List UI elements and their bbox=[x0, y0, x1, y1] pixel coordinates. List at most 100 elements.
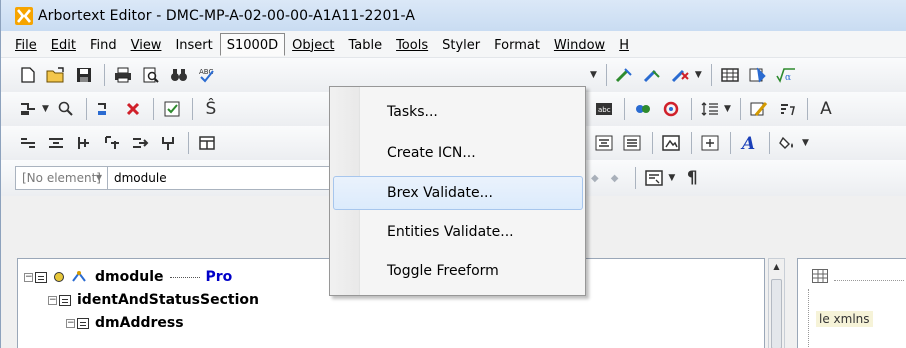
back-arrow-icon[interactable]: ◆ bbox=[591, 173, 599, 184]
xml-snippet: le xmlns bbox=[816, 311, 873, 327]
chevron-down-icon[interactable]: ▼ bbox=[668, 173, 675, 183]
delete-markup-icon[interactable] bbox=[120, 96, 146, 122]
tree-row[interactable]: − identAndStatusSection bbox=[48, 292, 259, 308]
full-tag-view-icon[interactable] bbox=[641, 165, 667, 191]
insert-markup-icon[interactable] bbox=[15, 96, 41, 122]
context-field[interactable]: dmodule bbox=[108, 166, 338, 190]
move-right-icon[interactable] bbox=[127, 130, 153, 156]
chevron-down-icon[interactable]: ▼ bbox=[590, 70, 597, 80]
s1000d-dropdown-menu: Tasks... Create ICN... Brex Validate... … bbox=[329, 86, 586, 296]
line-spacing-icon[interactable] bbox=[697, 96, 723, 122]
pilcrow-icon[interactable]: ¶ bbox=[679, 165, 705, 191]
accept-change-icon[interactable] bbox=[640, 62, 666, 88]
entity-icon[interactable]: abc bbox=[591, 96, 617, 122]
font-style-icon[interactable]: A bbox=[736, 130, 762, 156]
chevron-down-icon[interactable]: ▼ bbox=[96, 173, 102, 182]
menu-table[interactable]: Table bbox=[341, 33, 389, 56]
cross-reference-icon[interactable] bbox=[658, 96, 684, 122]
menu-s1000d[interactable]: S1000D bbox=[219, 32, 286, 56]
find-binoculars-icon[interactable] bbox=[166, 62, 192, 88]
tree-node-suffix: Pro bbox=[205, 269, 233, 285]
menu-bar: File Edit Find View Insert S1000D Object… bbox=[1, 31, 906, 58]
table-grid-icon[interactable] bbox=[812, 269, 828, 283]
edit-attributes-icon[interactable] bbox=[746, 96, 772, 122]
toolbar-separator bbox=[188, 132, 189, 154]
fill-color-icon[interactable] bbox=[775, 130, 801, 156]
insert-table-icon[interactable] bbox=[717, 62, 743, 88]
menu-item-brex-validate[interactable]: Brex Validate... bbox=[333, 176, 583, 210]
menu-edit[interactable]: Edit bbox=[44, 33, 83, 56]
reject-change-icon[interactable] bbox=[668, 62, 694, 88]
menu-view[interactable]: View bbox=[124, 33, 169, 56]
forward-arrow-icon[interactable]: ◆ bbox=[611, 173, 619, 184]
menu-object-label: Object bbox=[292, 37, 335, 53]
element-selector[interactable]: [No element] ▼ bbox=[15, 166, 108, 190]
split-tree-icon[interactable] bbox=[155, 130, 181, 156]
spell-check-icon[interactable]: ABC bbox=[194, 62, 220, 88]
toolbar-separator bbox=[191, 98, 193, 120]
open-folder-icon[interactable] bbox=[43, 62, 69, 88]
menu-item-toggle-freeform[interactable]: Toggle Freeform bbox=[333, 254, 583, 288]
dotted-leader bbox=[169, 276, 200, 278]
menu-format[interactable]: Format bbox=[487, 33, 547, 56]
zoom-icon[interactable] bbox=[53, 96, 79, 122]
markup-toolbar-right: A ▼ bbox=[591, 126, 906, 160]
menu-window[interactable]: Window bbox=[547, 33, 612, 56]
insert-graphic-icon[interactable] bbox=[745, 62, 771, 88]
insert-equation-icon[interactable]: α bbox=[773, 62, 799, 88]
promote-icon[interactable] bbox=[71, 130, 97, 156]
chevron-down-icon[interactable]: ▼ bbox=[42, 104, 49, 114]
link-icon[interactable] bbox=[630, 96, 656, 122]
chevron-down-icon[interactable]: ▼ bbox=[802, 138, 809, 148]
edit-toolbar-right: abc ▼ A bbox=[591, 92, 906, 126]
insert-image-icon[interactable] bbox=[658, 130, 684, 156]
chevron-down-icon[interactable]: ▼ bbox=[695, 70, 702, 80]
title-bar: Arbortext Editor - DMC-MP-A-02-00-00-A1A… bbox=[1, 0, 906, 31]
tree-row[interactable]: − dmodule Pro bbox=[24, 269, 232, 285]
toolbar-separator bbox=[710, 64, 712, 86]
toolbar-separator bbox=[85, 98, 87, 120]
menu-item-create-icn[interactable]: Create ICN... bbox=[333, 136, 583, 170]
menu-help[interactable]: H bbox=[612, 33, 636, 56]
svg-text:α: α bbox=[785, 73, 791, 83]
toolbar-separator bbox=[739, 98, 741, 120]
edit-view-pane[interactable]: le xmlns bbox=[797, 258, 906, 348]
menu-edit-label: Edit bbox=[50, 37, 76, 53]
menu-tools[interactable]: Tools bbox=[389, 33, 435, 56]
insert-cell-icon[interactable] bbox=[697, 130, 723, 156]
scroll-thumb[interactable] bbox=[771, 279, 782, 348]
menu-insert[interactable]: Insert bbox=[168, 33, 219, 56]
menu-object[interactable]: Object bbox=[285, 33, 341, 56]
collapse-icon[interactable]: − bbox=[48, 295, 57, 305]
align-center-icon[interactable] bbox=[591, 130, 617, 156]
split-element-icon[interactable] bbox=[15, 130, 41, 156]
insert-symbol-icon[interactable] bbox=[774, 96, 800, 122]
print-icon[interactable] bbox=[110, 62, 136, 88]
chevron-down-icon[interactable]: ▼ bbox=[724, 104, 731, 114]
menu-item-entities-validate[interactable]: Entities Validate... bbox=[333, 215, 583, 249]
demote-icon[interactable] bbox=[99, 130, 125, 156]
align-justify-icon[interactable] bbox=[619, 130, 645, 156]
text-style-icon[interactable]: A bbox=[813, 96, 839, 122]
menu-item-tasks[interactable]: Tasks... bbox=[333, 95, 583, 129]
tree-row[interactable]: − dmAddress bbox=[66, 315, 184, 331]
check-completeness-icon[interactable] bbox=[159, 96, 185, 122]
vertical-scrollbar[interactable]: ▲ bbox=[768, 258, 785, 348]
toolbar-separator bbox=[691, 98, 692, 120]
save-icon[interactable] bbox=[71, 62, 97, 88]
arbortext-logo-icon bbox=[15, 6, 33, 25]
styler-icon[interactable]: Ŝ bbox=[198, 96, 224, 122]
insert-element-icon[interactable] bbox=[92, 96, 118, 122]
track-changes-icon[interactable] bbox=[612, 62, 638, 88]
collapse-icon[interactable]: − bbox=[24, 272, 33, 282]
join-element-icon[interactable] bbox=[43, 130, 69, 156]
new-document-icon[interactable] bbox=[15, 62, 41, 88]
print-preview-icon[interactable] bbox=[138, 62, 164, 88]
scroll-up-icon[interactable]: ▲ bbox=[769, 262, 784, 271]
menu-find[interactable]: Find bbox=[83, 33, 124, 56]
menu-styler[interactable]: Styler bbox=[435, 33, 487, 56]
menu-file[interactable]: File bbox=[8, 33, 44, 56]
table-tool-icon[interactable] bbox=[194, 130, 220, 156]
element-node-icon bbox=[59, 294, 71, 306]
collapse-icon[interactable]: − bbox=[66, 318, 75, 328]
